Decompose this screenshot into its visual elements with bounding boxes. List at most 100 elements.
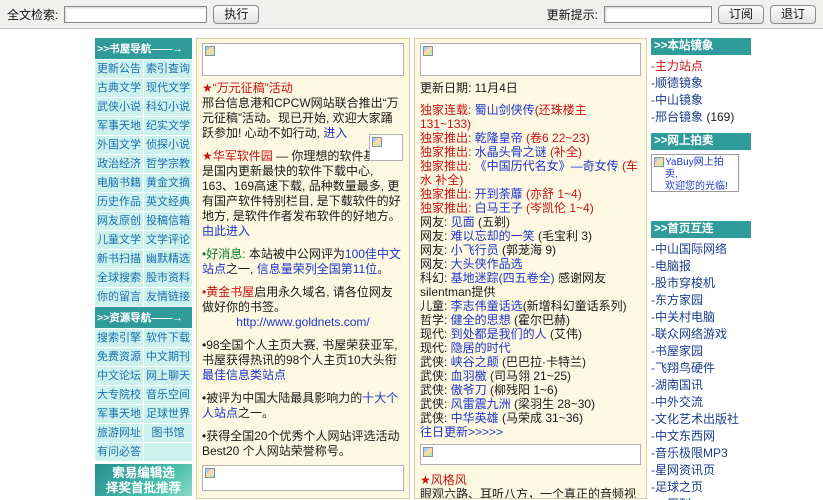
text-link[interactable]: 由此进入: [202, 224, 250, 238]
nav-link[interactable]: 文学评论: [144, 231, 192, 249]
nav-link[interactable]: 纪实文学: [144, 117, 192, 135]
nav-link[interactable]: 足球世界: [144, 405, 192, 423]
nav-link[interactable]: 中文论坛: [95, 367, 143, 385]
nav-link[interactable]: 索引查询: [144, 60, 192, 78]
nav-link[interactable]: 军事天地: [95, 117, 143, 135]
text-link[interactable]: -中外交流: [651, 395, 703, 409]
nav-link[interactable]: 幽默精选: [144, 250, 192, 268]
nav-link[interactable]: 有问必答: [95, 443, 143, 461]
text-link[interactable]: -东方家园: [651, 293, 703, 307]
nav-link[interactable]: 黄金文摘: [144, 174, 192, 192]
text-link[interactable]: 风雷震九洲: [451, 397, 511, 411]
updates-ad-image[interactable]: [420, 43, 641, 76]
text-span: 网友:: [420, 257, 451, 271]
nav-link[interactable]: 网友原创: [95, 212, 143, 230]
update-alert-input[interactable]: [603, 5, 712, 23]
bottom-ad-image[interactable]: [202, 465, 404, 491]
text-link[interactable]: http://www.goldnets.com/: [236, 315, 369, 329]
soyi-award-banner[interactable]: 索易编辑选 择奖首批推荐: [95, 464, 192, 496]
nav-link[interactable]: 英文经典: [144, 193, 192, 211]
fulltext-search-input[interactable]: [64, 5, 208, 23]
nav-link[interactable]: 股市资料: [144, 269, 192, 287]
nav-link[interactable]: 历史作品: [95, 193, 143, 211]
nav-link[interactable]: 军事天地: [95, 405, 143, 423]
text-link[interactable]: -主力站点: [651, 59, 703, 73]
nav-link[interactable]: 现代文学: [144, 79, 192, 97]
nav-link[interactable]: 古典文学: [95, 79, 143, 97]
resource-nav-header: >>资源导航——→: [95, 307, 192, 328]
nav-link[interactable]: 电脑书籍: [95, 174, 143, 192]
nav-link[interactable]: 图书馆: [144, 424, 192, 442]
inline-promo-image[interactable]: [369, 134, 403, 161]
nav-link[interactable]: 旅游网址: [95, 424, 143, 442]
text-link[interactable]: 蜀山剑侠传: [475, 103, 535, 117]
nav-link[interactable]: 中文期刊: [144, 348, 192, 366]
unsubscribe-button[interactable]: 退订: [769, 4, 816, 24]
text-link[interactable]: -中文东西网: [651, 429, 715, 443]
text-link[interactable]: -音乐极限MP3: [651, 446, 728, 460]
text-link[interactable]: 最佳信息类站点: [202, 368, 286, 382]
nav-link[interactable]: 侦探小说: [144, 136, 192, 154]
nav-link[interactable]: 友情链接: [144, 288, 192, 306]
text-link[interactable]: 开到荼蘼: [475, 187, 523, 201]
text-link[interactable]: -中山国际网络: [651, 242, 727, 256]
text-link[interactable]: -邢台镜象: [651, 110, 703, 124]
text-link[interactable]: 小飞行员: [451, 243, 499, 257]
text-link[interactable]: 健全的思想: [451, 313, 511, 327]
text-link[interactable]: 难以忘却的一笑: [451, 229, 535, 243]
text-link[interactable]: 隐居的时代: [451, 341, 511, 355]
text-link[interactable]: 见面: [451, 215, 475, 229]
text-link[interactable]: 傲爷刀: [451, 383, 487, 397]
text-link[interactable]: -联众网络游戏: [651, 327, 727, 341]
text-link[interactable]: 血羽檄: [451, 369, 487, 383]
text-link[interactable]: 《中国历代名女》—奇女传: [475, 159, 619, 173]
nav-link[interactable]: 新书扫描: [95, 250, 143, 268]
nav-link[interactable]: 全球搜索: [95, 269, 143, 287]
nav-link[interactable]: 儿童文学: [95, 231, 143, 249]
nav-link[interactable]: 音乐空间: [144, 386, 192, 404]
text-link[interactable]: 白马王子: [475, 201, 523, 215]
text-link[interactable]: -中山镜象: [651, 93, 703, 107]
nav-link[interactable]: 大专院校: [95, 386, 143, 404]
text-link[interactable]: -顺德镜象: [651, 76, 703, 90]
text-link[interactable]: -股市穿梭机: [651, 276, 715, 290]
text-link[interactable]: -湖南国讯: [651, 378, 703, 392]
text-link[interactable]: -足球之页: [651, 480, 703, 494]
text-link[interactable]: 往日更新>>>>>: [420, 425, 503, 439]
text-link[interactable]: 乾隆皇帝: [475, 131, 523, 145]
text-link[interactable]: -书屋家园: [651, 344, 703, 358]
yabuy-auction-ad[interactable]: YaBuy网上拍卖, 欢迎您的光临!: [651, 154, 739, 192]
text-line: -星网资讯页: [651, 463, 781, 478]
nav-link[interactable]: 免费资源: [95, 348, 143, 366]
nav-link[interactable]: 搜索引擎: [95, 329, 143, 347]
nav-link[interactable]: 外国文学: [95, 136, 143, 154]
text-link[interactable]: 信息量荣列全国第11位: [257, 262, 377, 276]
text-link[interactable]: -飞翔鸟硬件: [651, 361, 715, 375]
text-link[interactable]: 中华英雄: [451, 411, 499, 425]
text-link[interactable]: 大头侠作品选: [451, 257, 523, 271]
text-span: (马荣成 31~36): [498, 411, 584, 425]
text-link[interactable]: -电脑报: [651, 259, 691, 273]
nav-link[interactable]: 科幻小说: [144, 98, 192, 116]
nav-link[interactable]: 哲学宗教: [144, 155, 192, 173]
nav-link[interactable]: 网上聊天: [144, 367, 192, 385]
nav-link[interactable]: 更新公告: [95, 60, 143, 78]
subscribe-button[interactable]: 订阅: [717, 4, 764, 24]
nav-link[interactable]: 软件下载: [144, 329, 192, 347]
text-link[interactable]: 李志伟童话选: [451, 299, 523, 313]
nav-link[interactable]: 你的留言: [95, 288, 143, 306]
text-link[interactable]: 水晶头骨之谜: [475, 145, 547, 159]
nav-link[interactable]: 政治经济: [95, 155, 143, 173]
text-link[interactable]: 基地迷踪(四五卷全): [451, 271, 555, 285]
updates-wide-ad-image[interactable]: [420, 444, 641, 465]
text-link[interactable]: -中关村电脑: [651, 310, 715, 324]
ad-banner-image[interactable]: [202, 43, 404, 76]
nav-link[interactable]: 武侠小说: [95, 98, 143, 116]
text-link[interactable]: -文化艺术出版社: [651, 412, 739, 426]
text-link[interactable]: 进入: [323, 126, 347, 140]
nav-link[interactable]: 投稿信箱: [144, 212, 192, 230]
text-link[interactable]: 到处都是我们的人: [451, 327, 547, 341]
text-link[interactable]: -星网资讯页: [651, 463, 715, 477]
execute-button[interactable]: 执行: [213, 4, 260, 24]
text-link[interactable]: 峡谷之颠: [451, 355, 499, 369]
